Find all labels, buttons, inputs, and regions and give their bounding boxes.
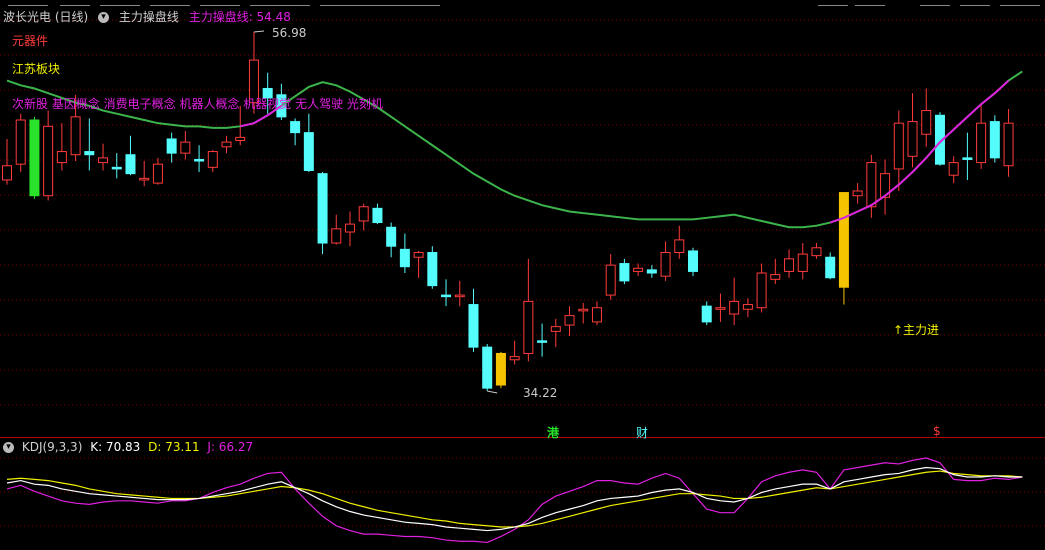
candle-body — [605, 264, 616, 296]
kdj-k-line — [6, 466, 1023, 532]
candle-body — [989, 121, 1000, 159]
candle-body — [550, 326, 561, 332]
candle-body — [221, 141, 232, 148]
candle-body — [56, 151, 67, 164]
concept-tags[interactable]: 次新股 基因概念 消费电子概念 机器人概念 机器视觉 无人驾驶 光刻机 — [12, 95, 383, 112]
low-pointer — [487, 390, 498, 394]
candle-body — [921, 110, 932, 135]
high-price-label: 56.98 — [272, 26, 307, 40]
candle-body — [345, 223, 355, 233]
industry-tag[interactable]: 元器件 — [12, 32, 48, 49]
kdj-title[interactable]: KDJ(9,3,3) — [22, 440, 83, 454]
candle-body — [715, 307, 726, 310]
candle-body — [70, 116, 81, 156]
candle-body — [180, 141, 191, 154]
candle-body — [907, 121, 918, 157]
candle-body — [838, 192, 849, 288]
candle-body — [825, 256, 836, 279]
main-force-entry-signal: ↑主力进 — [893, 323, 940, 337]
main-chart-header: 波长光电 (日线) ▾ 主力操盘线 主力操盘线: 54.48 — [0, 8, 297, 26]
candle-body — [523, 300, 534, 354]
candle-body — [15, 119, 26, 165]
candle-body — [893, 122, 904, 170]
candle-body — [948, 162, 959, 176]
candle-body — [619, 263, 630, 282]
candle-body — [331, 228, 342, 244]
candle-body — [303, 132, 314, 171]
stock-title: 波长光电 (日线) — [3, 10, 89, 24]
kdj-settings-icon[interactable]: ▾ — [3, 442, 14, 453]
candle-body — [399, 248, 410, 268]
candle-body — [2, 165, 12, 181]
candle-body — [578, 308, 589, 312]
candle-body — [784, 258, 795, 272]
candle-body — [646, 269, 657, 274]
high-pointer — [253, 30, 265, 33]
candle-body — [591, 307, 602, 323]
candle-body — [537, 340, 548, 343]
candle-body — [317, 173, 328, 244]
candle-body — [139, 177, 150, 181]
candle-body — [427, 252, 438, 287]
candle-body — [290, 121, 301, 134]
candle-body — [564, 315, 575, 326]
indicator-name[interactable]: 主力操盘线 — [119, 10, 179, 24]
candle-body — [674, 239, 685, 254]
candle-body — [207, 151, 218, 168]
candle-body — [797, 253, 808, 272]
candle-body — [962, 157, 973, 160]
hk-connect-marker[interactable]: 港 — [547, 424, 559, 441]
region-tag[interactable]: 江苏板块 — [12, 60, 60, 77]
kdj-j-value: J: 66.27 — [207, 440, 254, 454]
candle-body — [701, 305, 712, 323]
candle-body — [495, 352, 506, 386]
candle-body — [688, 250, 698, 272]
indicator-value: 主力操盘线: 54.48 — [188, 10, 291, 24]
candle-body — [756, 272, 767, 309]
low-price-label: 34.22 — [523, 386, 558, 400]
candle-body — [866, 162, 877, 208]
candle-body — [372, 207, 383, 224]
kdj-d-value: D: 73.11 — [148, 440, 200, 454]
candle-body — [509, 356, 520, 361]
candle-body — [43, 125, 54, 197]
candle-body — [386, 226, 397, 247]
candle-body — [194, 158, 205, 162]
candle-body — [152, 163, 163, 184]
candle-body — [729, 300, 740, 315]
candle-body — [29, 119, 40, 197]
candle-body — [1003, 122, 1014, 167]
candle-body — [454, 294, 465, 298]
candle-body — [770, 274, 781, 280]
kdj-k-value: K: 70.83 — [90, 440, 141, 454]
candle-body — [852, 190, 863, 197]
candle-body — [235, 136, 246, 142]
indicator-settings-icon[interactable]: ▾ — [98, 12, 110, 23]
candle-body — [125, 154, 136, 175]
candle-body — [84, 151, 95, 156]
candle-body — [468, 304, 479, 348]
candle-body — [633, 267, 644, 272]
candle-body — [660, 252, 671, 277]
candle-body — [441, 294, 452, 298]
candle-body — [413, 252, 424, 258]
dividend-marker[interactable]: $ — [933, 424, 941, 438]
candle-body — [742, 304, 753, 310]
finance-report-marker[interactable]: 财 — [636, 424, 648, 441]
candle-body — [98, 157, 109, 164]
candle-body — [976, 122, 987, 164]
candle-body — [111, 166, 122, 170]
candle-body — [482, 346, 493, 389]
candle-body — [166, 138, 177, 154]
kdj-header: ▾ KDJ(9,3,3) K: 70.83 D: 73.11 J: 66.27 — [0, 440, 257, 456]
candle-body — [358, 206, 369, 222]
candlestick-chart[interactable] — [0, 0, 1045, 550]
candle-body — [811, 247, 822, 257]
